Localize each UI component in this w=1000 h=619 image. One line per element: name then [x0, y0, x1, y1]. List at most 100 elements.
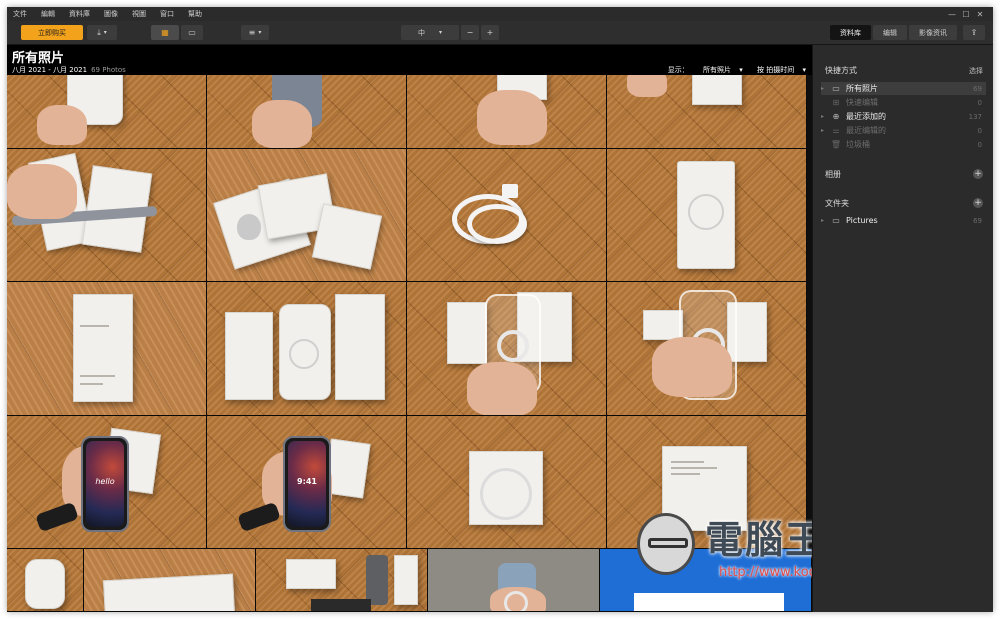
- window-controls: — ☐ ✕: [945, 7, 987, 21]
- photo-thumbnail[interactable]: [7, 282, 207, 416]
- minimize-icon[interactable]: —: [945, 10, 959, 19]
- grid-view-button[interactable]: ▦: [151, 25, 179, 40]
- add-album-button[interactable]: +: [973, 169, 983, 179]
- phone-time-text: 9:41: [297, 476, 317, 486]
- sidebar-item-label: 最近添加的: [846, 112, 886, 121]
- photo-thumbnail[interactable]: [607, 75, 807, 149]
- photo-thumbnail[interactable]: 9:41: [207, 416, 407, 549]
- zoom-in-button[interactable]: +: [481, 25, 499, 40]
- photo-thumbnail[interactable]: [84, 549, 256, 612]
- photo-content: [25, 559, 65, 609]
- photo-thumbnail[interactable]: [407, 75, 607, 149]
- photo-thumbnail[interactable]: [607, 149, 807, 282]
- menu-edit[interactable]: 編輯: [41, 9, 55, 19]
- photo-content: [252, 100, 312, 148]
- photo-grid: 所有照片 八月 2021 - 八月 2021 69 Photos 显示： 所有照片…: [7, 45, 812, 612]
- minus-icon: −: [466, 28, 474, 37]
- photo-thumbnail[interactable]: [207, 282, 407, 416]
- photo-content: [643, 310, 683, 340]
- photo-content: [103, 573, 235, 611]
- date-range-text: 八月 2021 - 八月 2021: [12, 66, 88, 74]
- zoom-out-button[interactable]: −: [461, 25, 479, 40]
- photo-thumbnail[interactable]: [407, 149, 607, 282]
- photo-content: [366, 555, 388, 605]
- chevron-down-icon: ▾: [438, 29, 442, 36]
- sidebar-item-count: 0: [977, 126, 982, 135]
- photo-content: [627, 75, 667, 97]
- photo-thumbnail[interactable]: [607, 282, 807, 416]
- sidebar-item-label: 垃圾桶: [846, 140, 870, 149]
- show-filter-dropdown[interactable]: 所有照片 ▾: [697, 66, 743, 74]
- sidebar-item-recently-edited[interactable]: ▸ ⚌ 最近编辑的 0: [821, 124, 986, 137]
- photo-content: 9:41: [283, 436, 331, 532]
- albums-header: 相册: [825, 170, 841, 179]
- sort-dropdown[interactable]: 按 拍摄时间 ▾: [751, 66, 806, 74]
- shortcuts-select-button[interactable]: 选择: [969, 66, 983, 76]
- menu-bar: 文件 編輯 資料庫 圖像 視圖 窗口 幫助 — ☐ ✕: [7, 7, 993, 21]
- photos-icon: ▭: [832, 84, 840, 93]
- menu-image[interactable]: 圖像: [104, 9, 118, 19]
- photo-thumbnail[interactable]: [256, 549, 428, 612]
- photo-content: [73, 294, 133, 402]
- close-icon[interactable]: ✕: [973, 10, 987, 19]
- sidebar-item-all-photos[interactable]: ▸ ▭ 所有照片 69: [821, 82, 986, 95]
- add-folder-button[interactable]: +: [973, 198, 983, 208]
- photo-content: [504, 591, 528, 611]
- menu-view[interactable]: 視圖: [132, 9, 146, 19]
- menu-file[interactable]: 文件: [13, 9, 27, 19]
- photo-thumbnail[interactable]: [7, 149, 207, 282]
- page-title: 所有照片: [12, 51, 65, 66]
- tab-library[interactable]: 资料库: [830, 25, 871, 40]
- photo-thumbnail[interactable]: [7, 549, 84, 612]
- sidebar-item-quick-edit[interactable]: ⊞ 快速编辑 0: [821, 96, 986, 109]
- mascot-face-icon: [637, 513, 695, 575]
- photo-content: [311, 599, 371, 611]
- menu-window[interactable]: 窗口: [160, 9, 174, 19]
- sidebar-item-count: 0: [977, 140, 982, 149]
- photo-thumbnail[interactable]: hello: [7, 416, 207, 549]
- sidebar-item-count: 69: [973, 84, 982, 93]
- sort-value: 按 拍摄时间: [757, 66, 795, 74]
- sidebar-item-pictures-folder[interactable]: ▸ ▭ Pictures 69: [821, 214, 986, 227]
- photo-content: [677, 161, 735, 269]
- sidebar-item-trash[interactable]: 🗑 垃圾桶 0: [821, 138, 986, 151]
- photo-thumbnail[interactable]: [207, 75, 407, 149]
- menu-help[interactable]: 幫助: [188, 9, 202, 19]
- photo-thumbnail[interactable]: [407, 416, 607, 549]
- library-sidebar: 快捷方式 选择 ▸ ▭ 所有照片 69 ⊞ 快速编辑 0 ▸ ⊕ 最近添加的 1…: [812, 45, 993, 612]
- photo-thumbnail[interactable]: [428, 549, 600, 612]
- chevron-down-icon: ▾: [739, 66, 743, 74]
- date-range: 八月 2021 - 八月 2021 69 Photos: [12, 65, 126, 75]
- list-icon: ≡: [248, 28, 256, 37]
- share-button[interactable]: ⇪: [963, 25, 985, 40]
- view-filters: 显示： 所有照片 ▾ 按 拍摄时间 ▾: [662, 65, 806, 75]
- photo-thumbnail[interactable]: [207, 149, 407, 282]
- show-label: 显示：: [667, 66, 689, 74]
- menu-library[interactable]: 資料庫: [69, 9, 90, 19]
- tab-info[interactable]: 影像资讯: [909, 25, 957, 40]
- app-window: 文件 編輯 資料庫 圖像 視圖 窗口 幫助 — ☐ ✕ 立即购买 ⤓ ▾ ▦ ▭ …: [7, 7, 993, 612]
- photo-content: [225, 312, 273, 400]
- sort-menu-button[interactable]: ≡ ▾: [241, 25, 269, 40]
- sidebar-item-recently-added[interactable]: ▸ ⊕ 最近添加的 137: [821, 110, 986, 123]
- folder-icon: ▭: [832, 216, 840, 225]
- import-button[interactable]: ⤓ ▾: [87, 25, 117, 40]
- photo-thumbnail[interactable]: [7, 75, 207, 149]
- photo-count: 69 Photos: [91, 66, 126, 74]
- thumbnail-size-select[interactable]: 中 ▾: [401, 25, 459, 40]
- buy-now-button[interactable]: 立即购买: [21, 25, 83, 40]
- mode-tabs: 资料库 编辑 影像资讯: [828, 25, 957, 40]
- single-image-icon: ▭: [188, 28, 196, 37]
- single-view-button[interactable]: ▭: [181, 25, 203, 40]
- sidebar-item-label: 快速编辑: [846, 98, 878, 107]
- chevron-right-icon: ▸: [821, 85, 825, 92]
- photo-content: [237, 214, 261, 240]
- folders-header: 文件夹: [825, 199, 849, 208]
- tab-edit[interactable]: 编辑: [873, 25, 907, 40]
- toolbar: 立即购买 ⤓ ▾ ▦ ▭ ≡ ▾ 中 ▾ − + 资料库 编辑 影像资讯 ⇪: [7, 21, 993, 45]
- watermark-url: http://www.kocpc.com.tw: [719, 565, 812, 580]
- photo-thumbnail[interactable]: [407, 282, 607, 416]
- photo-content: [652, 337, 732, 397]
- maximize-icon[interactable]: ☐: [959, 10, 973, 19]
- photo-content: [286, 559, 336, 589]
